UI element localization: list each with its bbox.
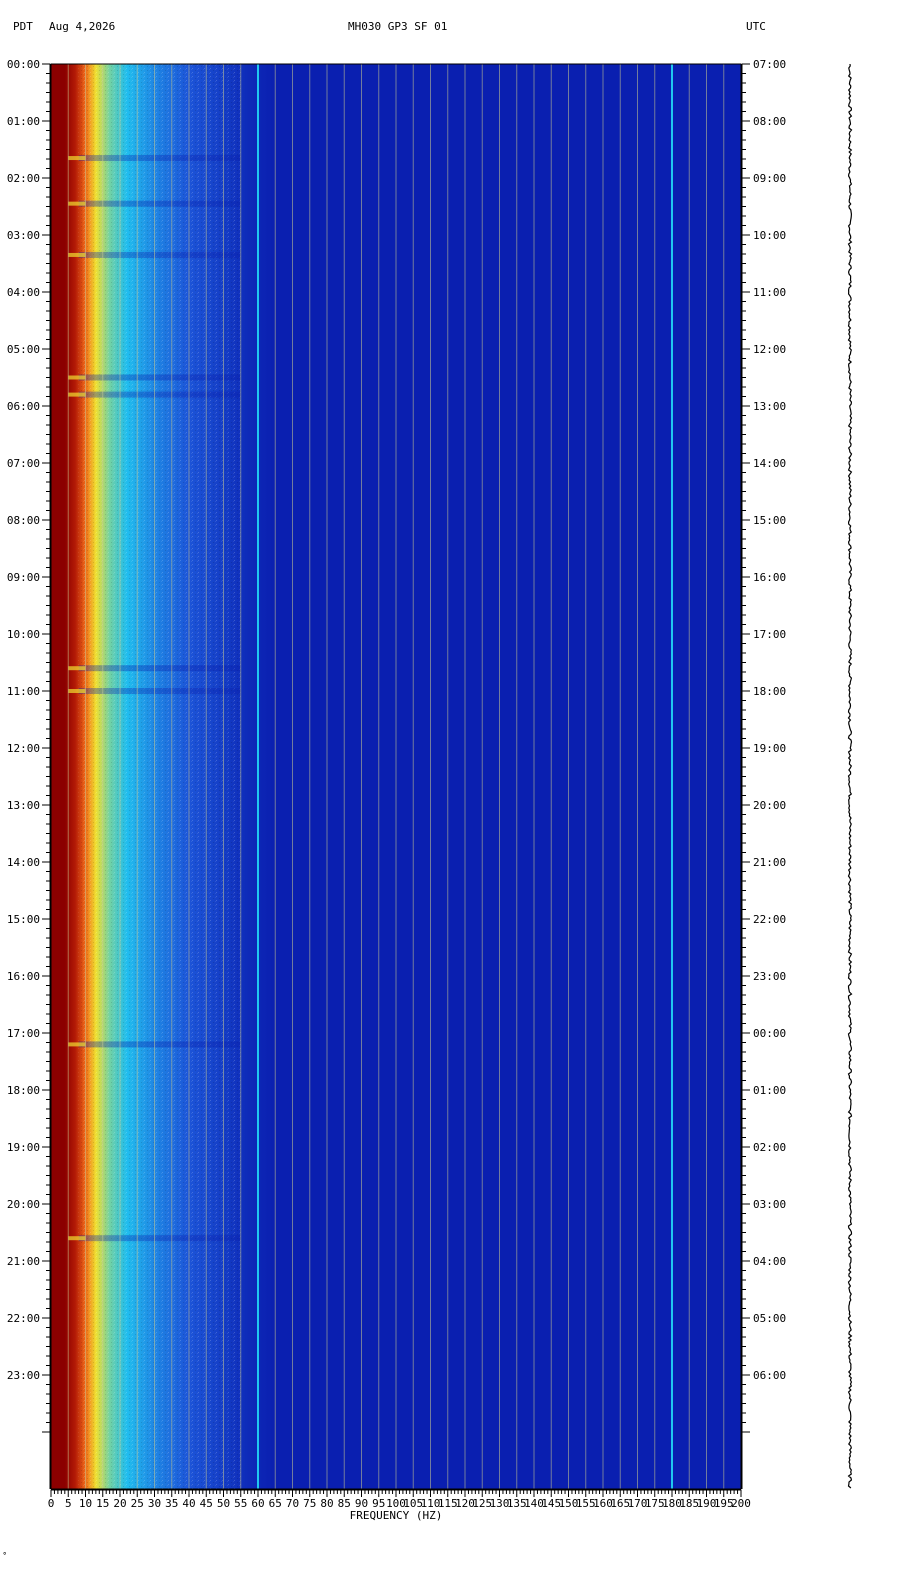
frequency-tick-label: 70 xyxy=(286,1497,299,1510)
transient-band-core xyxy=(68,1236,86,1241)
right-time-label: 15:00 xyxy=(753,514,786,527)
transient-band-core xyxy=(68,252,86,257)
right-time-label: 06:00 xyxy=(753,1369,786,1382)
right-time-label: 10:00 xyxy=(753,229,786,242)
transient-band-core xyxy=(68,666,86,671)
right-time-label: 07:00 xyxy=(753,58,786,71)
right-time-label: 13:00 xyxy=(753,400,786,413)
left-time-label: 05:00 xyxy=(7,343,40,356)
right-time-label: 04:00 xyxy=(753,1255,786,1268)
transient-band-core xyxy=(68,375,86,380)
left-time-label: 01:00 xyxy=(7,115,40,128)
right-time-label: 21:00 xyxy=(753,856,786,869)
right-time-label: 00:00 xyxy=(753,1027,786,1040)
frequency-tick-label: 10 xyxy=(79,1497,92,1510)
frequency-tick-label: 50 xyxy=(217,1497,230,1510)
frequency-tick-label: 60 xyxy=(251,1497,264,1510)
left-time-label: 22:00 xyxy=(7,1312,40,1325)
right-timezone-label: UTC xyxy=(746,20,766,33)
seismogram-trace xyxy=(847,63,853,1489)
left-time-label: 09:00 xyxy=(7,571,40,584)
left-time-label: 16:00 xyxy=(7,970,40,983)
left-time-label: 04:00 xyxy=(7,286,40,299)
seismogram-trace-line xyxy=(847,63,853,1489)
spectrogram-plot xyxy=(50,63,742,1490)
frequency-tick-label: 25 xyxy=(131,1497,144,1510)
footer-mark: ˚ xyxy=(2,1552,7,1563)
left-time-label: 10:00 xyxy=(7,628,40,641)
right-time-label: 09:00 xyxy=(753,172,786,185)
right-time-label: 11:00 xyxy=(753,286,786,299)
right-time-label: 23:00 xyxy=(753,970,786,983)
frequency-tick-label: 65 xyxy=(269,1497,282,1510)
transient-band-core xyxy=(68,201,86,206)
station-title: MH030 GP3 SF 01 xyxy=(348,20,447,33)
right-time-label: 01:00 xyxy=(753,1084,786,1097)
right-time-label: 22:00 xyxy=(753,913,786,926)
frequency-tick-label: 0 xyxy=(48,1497,55,1510)
right-time-label: 12:00 xyxy=(753,343,786,356)
left-time-label: 18:00 xyxy=(7,1084,40,1097)
left-time-label: 00:00 xyxy=(7,58,40,71)
transient-band-core xyxy=(68,156,86,161)
left-time-label: 03:00 xyxy=(7,229,40,242)
transient-band-core xyxy=(68,1042,86,1047)
left-time-label: 13:00 xyxy=(7,799,40,812)
right-time-label: 03:00 xyxy=(753,1198,786,1211)
right-time-label: 16:00 xyxy=(753,571,786,584)
transient-band-core xyxy=(68,392,86,397)
left-time-label: 20:00 xyxy=(7,1198,40,1211)
right-time-label: 14:00 xyxy=(753,457,786,470)
frequency-tick-label: 75 xyxy=(303,1497,316,1510)
frequency-tick-label: 80 xyxy=(320,1497,333,1510)
right-time-label: 02:00 xyxy=(753,1141,786,1154)
left-time-label: 07:00 xyxy=(7,457,40,470)
frequency-tick-label: 30 xyxy=(148,1497,161,1510)
frequency-axis-title: FREQUENCY (HZ) xyxy=(350,1509,443,1522)
frequency-tick-label: 200 xyxy=(731,1497,751,1510)
frequency-tick-label: 15 xyxy=(96,1497,109,1510)
left-time-label: 21:00 xyxy=(7,1255,40,1268)
left-time-label: 15:00 xyxy=(7,913,40,926)
frequency-tick-label: 55 xyxy=(234,1497,247,1510)
right-time-label: 08:00 xyxy=(753,115,786,128)
frequency-axis: 0 5 10 15 20 25 30 35 40 45 50 55 60 65 70 75 80 85 90 95 10… xyxy=(48,1489,751,1510)
right-time-label: 05:00 xyxy=(753,1312,786,1325)
right-time-label: 17:00 xyxy=(753,628,786,641)
frequency-tick-label: 5 xyxy=(65,1497,72,1510)
right-time-label: 18:00 xyxy=(753,685,786,698)
frequency-tick-label: 20 xyxy=(113,1497,126,1510)
left-time-label: 23:00 xyxy=(7,1369,40,1382)
left-time-label: 08:00 xyxy=(7,514,40,527)
spectrogram-figure: PDT Aug 4,2026 MH030 GP3 SF 01 UTC 00:00… xyxy=(2,20,853,1563)
left-time-label: 14:00 xyxy=(7,856,40,869)
left-time-label: 17:00 xyxy=(7,1027,40,1040)
left-time-label: 19:00 xyxy=(7,1141,40,1154)
transient-band-core xyxy=(68,689,86,693)
frequency-tick-label: 45 xyxy=(200,1497,213,1510)
left-time-label: 11:00 xyxy=(7,685,40,698)
frequency-tick-label: 35 xyxy=(165,1497,178,1510)
left-time-label: 02:00 xyxy=(7,172,40,185)
right-time-axis: 07:00 08:00 09:00 10:00 11:00 12:00 13:00 14:00… xyxy=(741,58,786,1489)
left-time-label: 06:00 xyxy=(7,400,40,413)
left-timezone-label: PDT xyxy=(13,20,33,33)
right-time-label: 19:00 xyxy=(753,742,786,755)
frequency-tick-label: 40 xyxy=(182,1497,195,1510)
right-time-label: 20:00 xyxy=(753,799,786,812)
left-time-label: 12:00 xyxy=(7,742,40,755)
date-label: Aug 4,2026 xyxy=(49,20,115,33)
left-time-axis: 00:00 01:00 02:00 03:00 04:00 05:00 06:00 07:00… xyxy=(7,58,51,1489)
